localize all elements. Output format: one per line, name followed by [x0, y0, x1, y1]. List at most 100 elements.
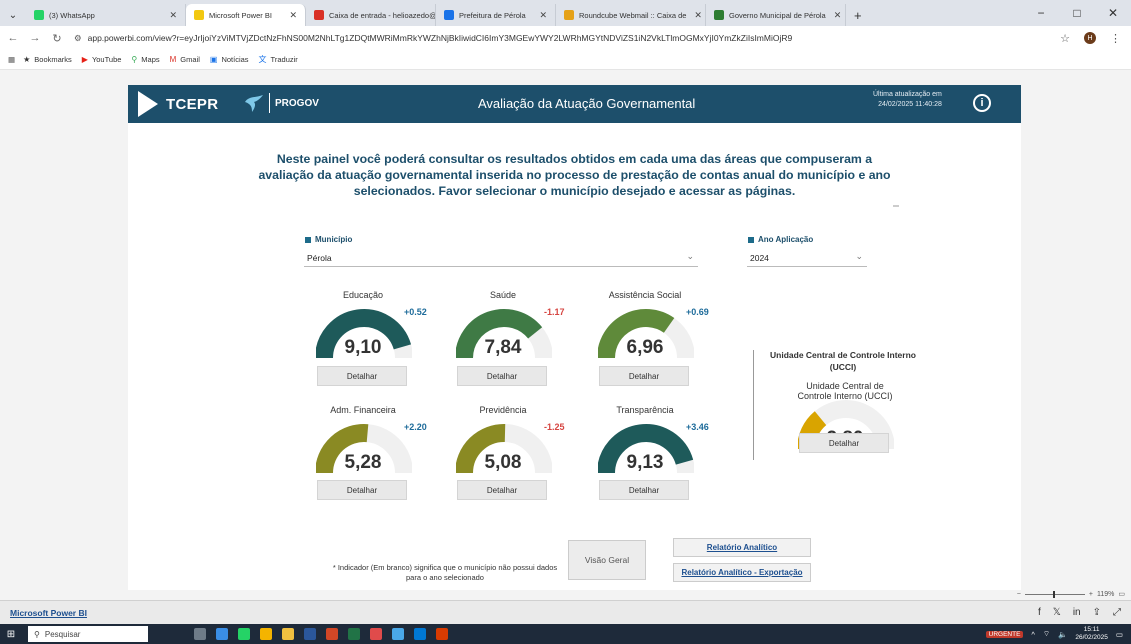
bookmark-item[interactable]: ▶ YouTube — [82, 55, 122, 64]
zoom-slider[interactable] — [1024, 590, 1085, 598]
bookmark-item[interactable]: M Gmail — [170, 55, 200, 64]
visao-geral-button[interactable]: Visão Geral — [568, 540, 646, 580]
browser-tab[interactable]: Prefeitura de Pérola ✕ — [436, 4, 556, 26]
relatorio-exportacao-button[interactable]: Relatório Analítico - Exportação — [673, 563, 811, 582]
detalhar-button[interactable]: Detalhar — [457, 480, 547, 500]
new-tab-button[interactable]: + — [846, 4, 870, 26]
profile-avatar[interactable]: H — [1084, 32, 1096, 44]
bookmark-label: Bookmarks — [34, 55, 72, 64]
intro-text: Neste painel você poderá consultar os re… — [258, 152, 891, 198]
linkedin-icon[interactable]: in — [1073, 607, 1081, 618]
bookmarks-bar: ▦ ★ Bookmarks ▶ YouTube ⚲ Maps M Gmail ▣ Not… — [0, 50, 1131, 70]
browser-tab[interactable]: Caixa de entrada - helioazedo@ ✕ — [306, 4, 436, 26]
tab-title: Governo Municipal de Pérola — [729, 10, 826, 20]
bookmark-label: Notícias — [221, 55, 249, 64]
search-icon: ⚲ — [34, 629, 40, 639]
task-view-icon[interactable] — [194, 628, 206, 640]
menu-dots-icon[interactable]: ⋮ — [1110, 32, 1121, 45]
volume-icon[interactable]: 🔈 — [1058, 630, 1067, 639]
taskbar-search[interactable]: ⚲ Pesquisar — [28, 626, 148, 642]
close-tab-icon[interactable]: ✕ — [531, 10, 547, 21]
detalhar-button[interactable]: Detalhar — [799, 433, 889, 453]
municipio-dropdown[interactable]: Pérola ⌄ — [304, 249, 698, 267]
bookmark-star-icon[interactable]: ☆ — [1060, 32, 1070, 45]
municipio-label-text: Município — [315, 235, 353, 244]
note-text: * Indicador (Em branco) significa que o … — [332, 563, 558, 582]
close-tab-icon[interactable]: ✕ — [281, 10, 297, 21]
acrobat-icon[interactable] — [436, 628, 448, 640]
ano-dropdown[interactable]: 2024 ⌄ — [747, 249, 867, 267]
back-icon[interactable]: ← — [4, 32, 22, 44]
facebook-icon[interactable]: f — [1038, 607, 1041, 618]
network-icon[interactable]: ⌔ — [1043, 629, 1050, 639]
last-update: Última atualização em 24/02/2025 11:40:2… — [873, 90, 942, 110]
chevron-down-icon: ⌄ — [855, 251, 863, 261]
page-content: TCEPR PROGOV Avaliação da Atuação Govern… — [0, 70, 1131, 591]
detalhar-button[interactable]: Detalhar — [457, 366, 547, 386]
browser-tab[interactable]: Roundcube Webmail :: Caixa de ✕ — [556, 4, 706, 26]
last-update-value: 24/02/2025 11:40:28 — [878, 101, 942, 108]
edge-icon[interactable] — [216, 628, 228, 640]
powerbi-brand-link[interactable]: Microsoft Power BI — [10, 608, 87, 618]
detalhar-button[interactable]: Detalhar — [317, 480, 407, 500]
bookmark-item[interactable]: 文 Traduzir — [259, 54, 298, 65]
taskbar-search-text: Pesquisar — [44, 629, 81, 639]
urgent-badge[interactable]: URGENTE — [985, 630, 1024, 638]
tab-title: Microsoft Power BI — [209, 10, 272, 20]
notification-icon[interactable]: ▭ — [1116, 630, 1123, 639]
tab-search-icon[interactable]: ⌄ — [0, 4, 26, 26]
close-window-icon[interactable]: ✕ — [1095, 6, 1131, 20]
twitter-icon[interactable]: 𝕏 — [1053, 607, 1061, 618]
bookmark-item[interactable]: ★ Bookmarks — [23, 55, 72, 64]
url-field[interactable]: ⚙ app.powerbi.com/view?r=eyJrIjoiYzViMTV… — [74, 33, 1060, 44]
fullscreen-icon[interactable]: ⤢ — [1113, 607, 1121, 618]
forward-icon[interactable]: → — [26, 32, 44, 44]
bookmark-label: Gmail — [180, 55, 200, 64]
close-tab-icon[interactable]: ✕ — [686, 10, 702, 21]
close-tab-icon[interactable]: ✕ — [826, 10, 842, 21]
gauge-name: Transparência — [616, 405, 674, 415]
powerpoint-icon[interactable] — [326, 628, 338, 640]
maximize-icon[interactable]: □ — [1059, 6, 1095, 20]
excel-icon[interactable] — [348, 628, 360, 640]
zoom-control[interactable]: − + 119% ▭ — [1017, 590, 1125, 598]
detalhar-button[interactable]: Detalhar — [599, 366, 689, 386]
fit-page-icon[interactable]: ▭ — [1118, 590, 1125, 598]
reload-icon[interactable]: ↻ — [48, 32, 66, 45]
gauge-name: Educação — [342, 290, 384, 300]
windows-start-icon[interactable]: ⊞ — [0, 629, 22, 640]
gauge-delta: +3.46 — [686, 422, 709, 432]
close-tab-icon[interactable]: ✕ — [161, 10, 177, 21]
gauge-delta: +0.69 — [686, 307, 709, 317]
app-icon[interactable] — [392, 628, 404, 640]
browser-tab[interactable]: Microsoft Power BI ✕ — [186, 4, 306, 26]
news-icon: ▣ — [209, 55, 218, 64]
zoom-out-icon[interactable]: − — [1017, 591, 1021, 598]
browser-tab[interactable]: Governo Municipal de Pérola ✕ — [706, 4, 846, 26]
site-info-icon[interactable]: ⚙ — [74, 33, 82, 44]
gmail-icon: M — [169, 55, 177, 64]
relatorio-analitico-button[interactable]: Relatório Analítico — [673, 538, 811, 557]
detalhar-button[interactable]: Detalhar — [599, 480, 689, 500]
bookmark-item[interactable]: ⚲ Maps — [131, 55, 159, 64]
whatsapp-taskbar-icon[interactable] — [238, 628, 250, 640]
gauge-name: Saúde — [489, 290, 517, 300]
app-icon[interactable] — [370, 628, 382, 640]
file-explorer-icon[interactable] — [282, 628, 294, 640]
tray-chevron-icon[interactable]: ^ — [1031, 630, 1035, 639]
info-icon[interactable]: i — [973, 94, 991, 112]
prefeitura-icon — [444, 10, 454, 20]
gauge-value: 5,08 — [484, 452, 522, 473]
outlook-icon[interactable] — [414, 628, 426, 640]
zoom-in-icon[interactable]: + — [1089, 591, 1093, 598]
gauge-value: 6,96 — [626, 337, 664, 358]
bookmark-item[interactable]: ▣ Notícias — [210, 55, 249, 64]
browser-tab[interactable]: (3) WhatsApp ✕ — [26, 4, 186, 26]
word-icon[interactable] — [304, 628, 316, 640]
chrome-icon[interactable] — [260, 628, 272, 640]
apps-grid-icon[interactable]: ▦ — [8, 55, 15, 64]
minimize-icon[interactable]: − — [1023, 6, 1059, 20]
detalhar-button[interactable]: Detalhar — [317, 366, 407, 386]
taskbar-clock[interactable]: 15:11 26/02/2025 — [1075, 626, 1108, 642]
share-icon[interactable]: ⇪ — [1093, 607, 1101, 618]
